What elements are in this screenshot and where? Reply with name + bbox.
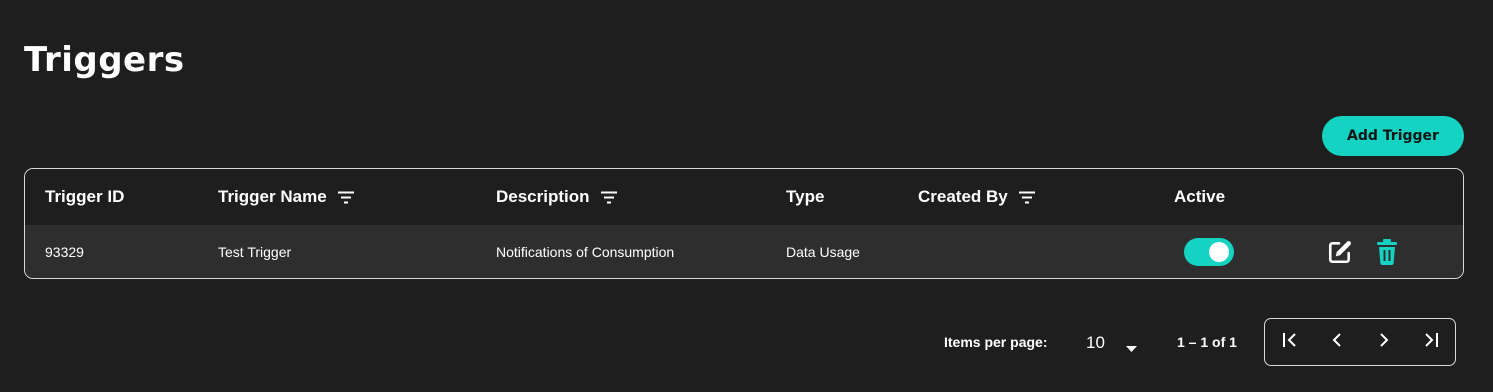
- column-header-active: Active: [1174, 169, 1225, 225]
- page-size-select[interactable]: 10: [1086, 330, 1142, 356]
- next-page-button[interactable]: [1361, 319, 1407, 365]
- page-size-value: 10: [1086, 333, 1105, 352]
- filter-list-icon[interactable]: [600, 191, 617, 204]
- column-header-created-by[interactable]: Created By: [918, 169, 1035, 225]
- cell-trigger-name: Test Trigger: [218, 243, 292, 260]
- page-title: Triggers: [24, 40, 185, 80]
- chevron-left-icon: [1332, 332, 1342, 352]
- add-trigger-button[interactable]: Add Trigger: [1322, 116, 1464, 156]
- active-toggle[interactable]: [1184, 237, 1234, 266]
- last-page-icon: [1423, 332, 1439, 352]
- cell-active: [1184, 225, 1234, 278]
- cell-type: Data Usage: [786, 243, 860, 260]
- filter-list-icon[interactable]: [337, 191, 354, 204]
- chevron-right-icon: [1379, 332, 1389, 352]
- column-header-trigger-name[interactable]: Trigger Name: [218, 169, 354, 225]
- cell-actions: [1327, 225, 1399, 278]
- cell-trigger-id: 93329: [45, 243, 84, 260]
- triggers-page: Triggers Add Trigger Trigger ID Trigger …: [0, 0, 1493, 392]
- trash-icon[interactable]: [1375, 238, 1399, 265]
- first-page-icon: [1282, 332, 1298, 352]
- triggers-table: Trigger ID Trigger Name Description Type…: [24, 168, 1464, 279]
- column-label: Description: [496, 187, 590, 206]
- first-page-button[interactable]: [1267, 319, 1313, 365]
- column-label: Active: [1174, 187, 1226, 206]
- arrow-drop-down-icon: [1126, 339, 1137, 357]
- column-header-description[interactable]: Description: [496, 169, 617, 225]
- filter-list-icon[interactable]: [1018, 191, 1035, 204]
- column-header-type: Type: [786, 169, 824, 225]
- pagination-controls: [1264, 318, 1456, 366]
- table-header-row: Trigger ID Trigger Name Description Type…: [25, 169, 1463, 225]
- cell-description: Notifications of Consumption: [496, 243, 675, 260]
- column-label: Type: [786, 187, 825, 206]
- toggle-knob: [1209, 241, 1229, 262]
- page-range-label: 1 – 1 of 1: [1177, 334, 1237, 350]
- last-page-button[interactable]: [1408, 319, 1454, 365]
- previous-page-button[interactable]: [1314, 319, 1360, 365]
- column-label: Created By: [918, 187, 1008, 206]
- edit-icon[interactable]: [1327, 239, 1353, 265]
- items-per-page-label: Items per page:: [944, 334, 1048, 350]
- column-header-trigger-id: Trigger ID: [45, 169, 124, 225]
- table-row[interactable]: 93329 Test Trigger Notifications of Cons…: [25, 225, 1463, 278]
- column-label: Trigger ID: [45, 187, 125, 206]
- column-label: Trigger Name: [218, 187, 327, 206]
